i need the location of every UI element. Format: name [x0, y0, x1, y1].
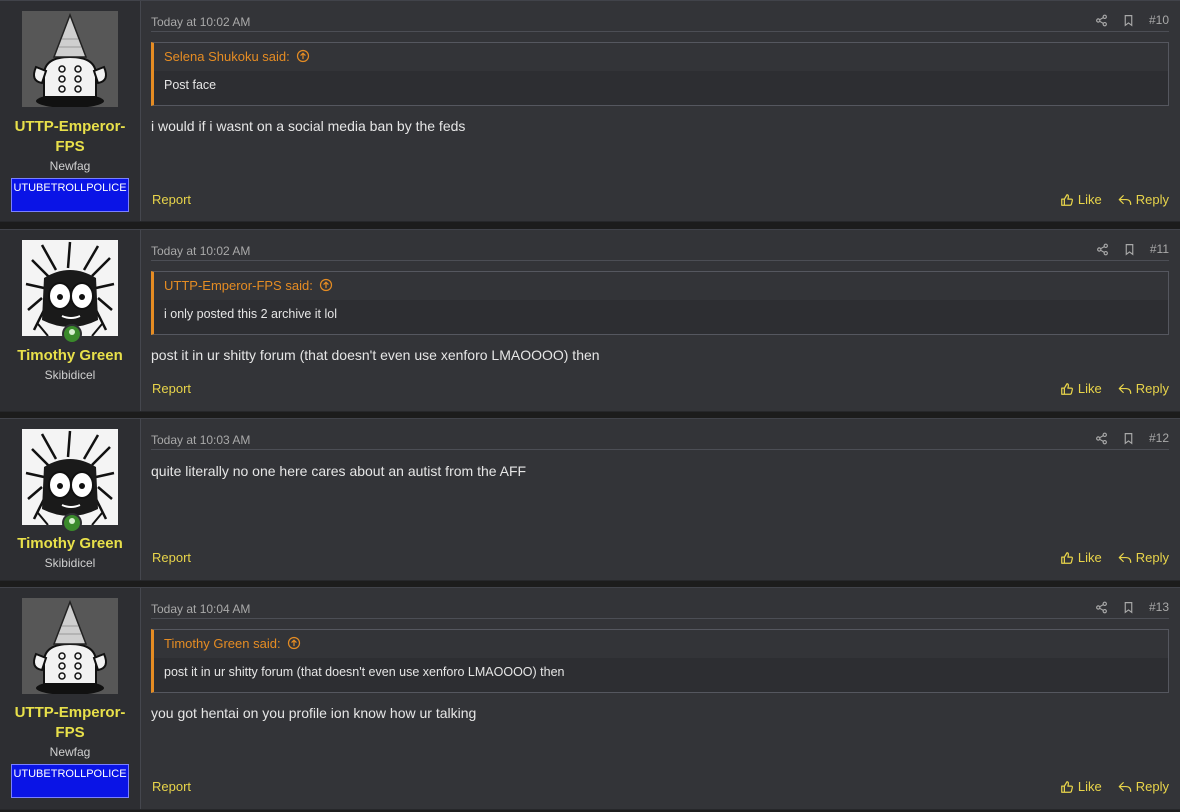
username[interactable]: Timothy Green [0, 534, 140, 554]
share-icon[interactable] [1095, 432, 1108, 445]
report-link[interactable]: Report [152, 192, 191, 207]
user-panel: Timothy Green Skibidicel [0, 230, 141, 411]
reply-icon [1118, 780, 1132, 794]
reply-icon [1118, 193, 1132, 207]
post-number[interactable]: #13 [1149, 600, 1169, 614]
report-link[interactable]: Report [152, 550, 191, 565]
reply-button[interactable]: Reply [1118, 550, 1169, 565]
like-button[interactable]: Like [1060, 550, 1102, 565]
username[interactable]: Timothy Green [0, 346, 140, 366]
report-link[interactable]: Report [152, 381, 191, 396]
post-meta: Today at 10:02 AM #11 [151, 242, 1169, 261]
quote-block: Selena Shukoku said: Post face [151, 42, 1169, 106]
post-number[interactable]: #10 [1149, 13, 1169, 27]
user-title: Newfag [49, 159, 91, 173]
quote-header[interactable]: UTTP-Emperor-FPS said: [154, 272, 1168, 300]
post-message: i would if i wasnt on a social media ban… [151, 118, 466, 134]
post-message: post it in ur shitty forum (that doesn't… [151, 347, 600, 363]
avatar[interactable] [22, 11, 118, 107]
user-title: Skibidicel [44, 368, 96, 382]
bookmark-icon[interactable] [1122, 432, 1135, 445]
post-message: you got hentai on you profile ion know h… [151, 705, 477, 721]
post-date[interactable]: Today at 10:04 AM [151, 602, 250, 616]
post-actions: Like Reply [1060, 192, 1169, 207]
user-title: Newfag [49, 745, 91, 759]
user-panel: UTTP-Emperor-FPS Newfag UTUBETROLLPOLICE [0, 588, 141, 809]
arrow-circle-up-icon[interactable] [319, 278, 333, 292]
quote-text: post it in ur shitty forum (that doesn't… [164, 665, 565, 679]
reply-label: Reply [1135, 192, 1169, 207]
user-banner: UTUBETROLLPOLICE [11, 764, 129, 798]
like-label: Like [1077, 550, 1102, 565]
user-panel: Timothy Green Skibidicel [0, 419, 141, 580]
avatar[interactable] [22, 429, 118, 533]
quote-block: Timothy Green said: post it in ur shitty… [151, 629, 1169, 693]
bookmark-icon[interactable] [1123, 243, 1136, 256]
bookmark-icon[interactable] [1122, 14, 1135, 27]
quote-text: Post face [164, 78, 217, 92]
username[interactable]: UTTP-Emperor-FPS [0, 703, 140, 743]
reply-label: Reply [1135, 550, 1169, 565]
user-banner: UTUBETROLLPOLICE [11, 178, 129, 212]
avatar[interactable] [22, 598, 118, 694]
post-meta: Today at 10:04 AM #13 [151, 600, 1169, 619]
username[interactable]: UTTP-Emperor-FPS [0, 117, 140, 157]
reply-label: Reply [1135, 779, 1169, 794]
like-button[interactable]: Like [1060, 381, 1102, 396]
post: Timothy Green Skibidicel Today at 10:02 … [0, 229, 1180, 412]
thumbs-up-icon [1060, 382, 1074, 396]
online-status-icon [62, 324, 82, 344]
like-label: Like [1077, 192, 1102, 207]
quote-block: UTTP-Emperor-FPS said: i only posted thi… [151, 271, 1169, 335]
post: UTTP-Emperor-FPS Newfag UTUBETROLLPOLICE… [0, 0, 1180, 222]
post-actions: Like Reply [1060, 550, 1169, 565]
post-number[interactable]: #12 [1149, 431, 1169, 445]
quote-text: i only posted this 2 archive it lol [164, 307, 338, 321]
avatar[interactable] [22, 240, 118, 344]
user-title: Skibidicel [44, 556, 96, 570]
reply-button[interactable]: Reply [1118, 381, 1169, 396]
reply-label: Reply [1135, 381, 1169, 396]
share-icon[interactable] [1095, 14, 1108, 27]
post-message: quite literally no one here cares about … [151, 463, 527, 479]
post-meta: Today at 10:02 AM #10 [151, 13, 1169, 32]
arrow-circle-up-icon[interactable] [287, 636, 301, 650]
arrow-circle-up-icon[interactable] [296, 49, 310, 63]
report-link[interactable]: Report [152, 779, 191, 794]
post: UTTP-Emperor-FPS Newfag UTUBETROLLPOLICE… [0, 587, 1180, 810]
post: Timothy Green Skibidicel Today at 10:03 … [0, 418, 1180, 581]
reply-icon [1118, 551, 1132, 565]
like-label: Like [1077, 381, 1102, 396]
thumbs-up-icon [1060, 193, 1074, 207]
quote-author[interactable]: Timothy Green said: [164, 636, 281, 651]
reply-button[interactable]: Reply [1118, 779, 1169, 794]
post-date[interactable]: Today at 10:02 AM [151, 15, 250, 29]
post-date[interactable]: Today at 10:03 AM [151, 433, 250, 447]
like-button[interactable]: Like [1060, 192, 1102, 207]
post-actions: Like Reply [1060, 381, 1169, 396]
quote-header[interactable]: Selena Shukoku said: [154, 43, 1168, 71]
like-label: Like [1077, 779, 1102, 794]
share-icon[interactable] [1096, 243, 1109, 256]
thumbs-up-icon [1060, 551, 1074, 565]
bookmark-icon[interactable] [1122, 601, 1135, 614]
user-panel: UTTP-Emperor-FPS Newfag UTUBETROLLPOLICE [0, 1, 141, 221]
like-button[interactable]: Like [1060, 779, 1102, 794]
thumbs-up-icon [1060, 780, 1074, 794]
post-meta: Today at 10:03 AM #12 [151, 431, 1169, 450]
quote-author[interactable]: UTTP-Emperor-FPS said: [164, 278, 313, 293]
post-actions: Like Reply [1060, 779, 1169, 794]
reply-icon [1118, 382, 1132, 396]
post-date[interactable]: Today at 10:02 AM [151, 244, 250, 258]
quote-author[interactable]: Selena Shukoku said: [164, 49, 290, 64]
online-status-icon [62, 513, 82, 533]
reply-button[interactable]: Reply [1118, 192, 1169, 207]
quote-header[interactable]: Timothy Green said: [154, 630, 1168, 658]
post-number[interactable]: #11 [1150, 242, 1169, 256]
share-icon[interactable] [1095, 601, 1108, 614]
